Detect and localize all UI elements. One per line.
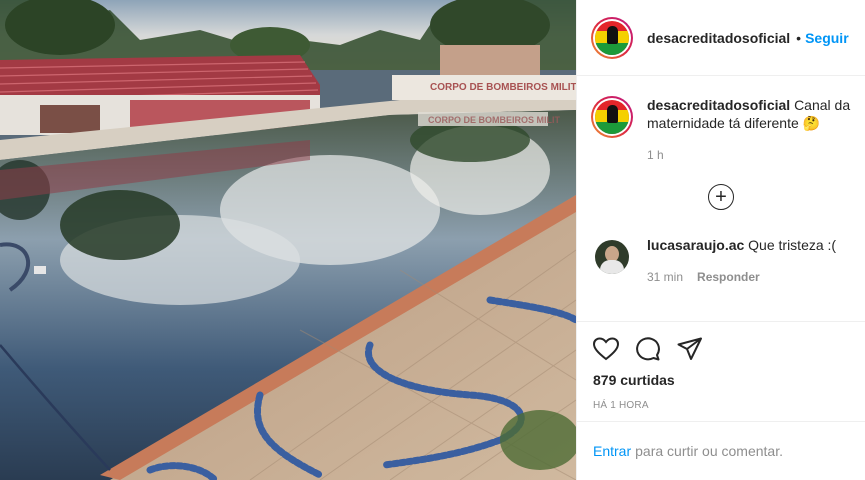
comments-list: desacreditadosoficial Canal da maternida…	[577, 76, 865, 320]
comment-text: Que tristeza :(	[748, 237, 837, 253]
separator-dot: •	[796, 29, 802, 46]
login-prompt: Entrar para curtir ou comentar.	[577, 421, 865, 480]
post-side-panel: desacreditadosoficial • Seguir desacredi…	[576, 0, 865, 480]
login-prompt-text: para curtir ou comentar.	[635, 443, 783, 459]
send-icon[interactable]	[677, 336, 703, 362]
instagram-post: CORPO DE BOMBEIROS MILIT CORPO DE BOMBEI…	[0, 0, 865, 480]
comment-time[interactable]: 31 min	[647, 268, 683, 286]
post-timestamp: HÁ 1 HORA	[593, 400, 649, 411]
commenter-avatar[interactable]	[595, 240, 629, 274]
caption-time[interactable]: 1 h	[647, 146, 664, 164]
login-link[interactable]: Entrar	[593, 443, 631, 459]
comment-item: lucasaraujo.ac Que tristeza :( 31 min Re…	[591, 236, 851, 286]
commenter-username[interactable]: lucasaraujo.ac	[647, 237, 744, 253]
caption-username[interactable]: desacreditadosoficial	[647, 97, 790, 113]
building-sign: CORPO DE BOMBEIROS MILIT	[430, 82, 576, 93]
likes-count[interactable]: 879 curtidas	[593, 372, 849, 388]
comment-icon[interactable]	[635, 336, 661, 362]
post-photo[interactable]: CORPO DE BOMBEIROS MILIT CORPO DE BOMBEI…	[0, 0, 576, 480]
post-header: desacreditadosoficial • Seguir	[577, 0, 865, 76]
caption: desacreditadosoficial Canal da maternida…	[591, 96, 851, 164]
caption-author-avatar[interactable]	[591, 96, 633, 138]
reply-button[interactable]: Responder	[697, 268, 760, 286]
author-avatar[interactable]	[591, 16, 633, 59]
heart-icon[interactable]	[593, 336, 619, 362]
pool-photo: CORPO DE BOMBEIROS MILIT CORPO DE BOMBEI…	[0, 0, 576, 480]
follow-button[interactable]: Seguir	[805, 30, 849, 46]
post-actions: 879 curtidas HÁ 1 HORA	[577, 321, 865, 411]
sign-reflection: CORPO DE BOMBEIROS MILIT	[428, 115, 561, 125]
author-username[interactable]: desacreditadosoficial	[647, 30, 790, 46]
plus-circle-icon[interactable]: +	[708, 184, 734, 210]
